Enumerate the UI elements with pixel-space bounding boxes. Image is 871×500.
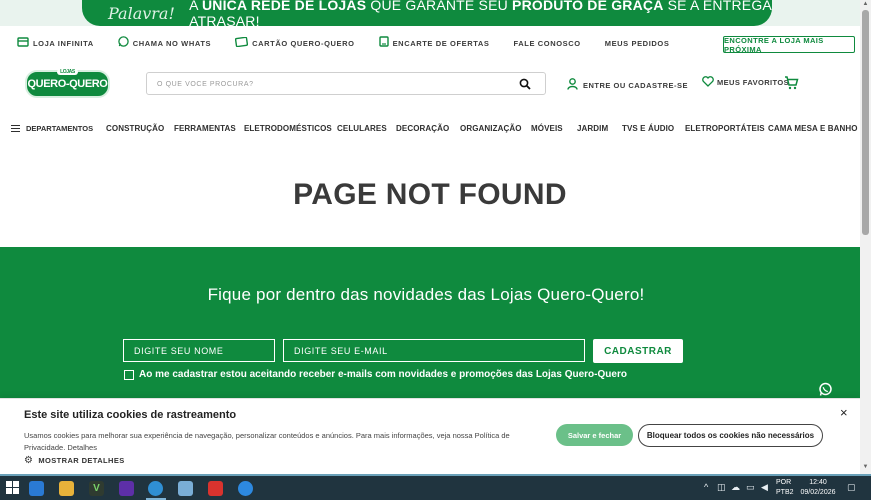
departments-label: DEPARTAMENTOS xyxy=(26,124,94,133)
category-celulares[interactable]: CELULARES xyxy=(337,124,387,133)
cookie-details-link[interactable]: Detalhes xyxy=(67,443,97,452)
heart-icon xyxy=(702,76,717,89)
nav-label: CARTÃO QUERO-QUERO xyxy=(252,38,355,48)
user-icon xyxy=(567,78,583,92)
cookie-block-button[interactable]: Bloquear todos os cookies não necessário… xyxy=(638,424,823,447)
scroll-down-arrow-icon[interactable]: ▼ xyxy=(862,464,869,471)
file-explorer-icon[interactable] xyxy=(59,481,74,496)
newsletter-consent[interactable]: Ao me cadastrar estou aceitando receber … xyxy=(124,369,627,380)
nav-label: MEUS PEDIDOS xyxy=(604,38,670,48)
favorites-label: MEUS FAVORITOS xyxy=(717,78,789,87)
search-box xyxy=(146,72,546,95)
category-eletrodomesticos[interactable]: ELETRODOMÉSTICOS xyxy=(244,124,332,133)
category-jardim[interactable]: JARDIM xyxy=(577,124,608,133)
find-store-button[interactable]: ENCONTRE A LOJA MAIS PRÓXIMA xyxy=(723,36,855,54)
login-link[interactable]: ENTRE OU CADASTRE-SE xyxy=(567,78,688,92)
browser-page: Palavra! A ÚNICA REDE DE LOJAS QUE GARAN… xyxy=(0,0,871,500)
nav-loja-infinita[interactable]: LOJA INFINITA xyxy=(17,36,94,50)
outlook-icon[interactable] xyxy=(29,481,44,496)
category-cama-mesa-banho[interactable]: CAMA MESA E BANHO xyxy=(768,124,858,133)
close-icon[interactable]: × xyxy=(840,405,848,420)
card-icon xyxy=(235,36,249,50)
nav-cartao[interactable]: CARTÃO QUERO-QUERO xyxy=(235,36,355,50)
nav-label: FALE CONOSCO xyxy=(513,38,581,48)
nav-label: ENCARTE DE OFERTAS xyxy=(392,38,490,48)
app-v-icon[interactable]: V xyxy=(89,481,104,496)
cart-icon[interactable] xyxy=(784,76,799,95)
store-icon xyxy=(17,36,29,50)
show-details-toggle[interactable]: ⚙ MOSTRAR DETALHES xyxy=(24,455,125,466)
gear-icon: ⚙ xyxy=(24,455,34,466)
promo-script-word: Palavra! xyxy=(108,3,175,23)
scrollbar-thumb[interactable] xyxy=(862,10,869,235)
newsletter-name-input[interactable]: DIGITE SEU NOME xyxy=(123,339,275,362)
site-header: LOJAS QUERO-QUERO ENTRE OU CADASTRE-SE M… xyxy=(0,60,860,110)
flyer-icon xyxy=(378,36,389,50)
windows-taskbar: V ^ ◫ ☁ ▭ ◀ POR PTB2 12:40 09/02/2026 ▢ xyxy=(0,474,871,500)
newsletter-section: Fique por dentro das novidades das Lojas… xyxy=(0,247,860,407)
tray-app-icon[interactable]: ◫ xyxy=(717,482,726,493)
anydesk-icon[interactable] xyxy=(208,481,223,496)
cookie-text: Usamos cookies para melhorar sua experiê… xyxy=(24,431,510,452)
newsletter-title: Fique por dentro das novidades das Lojas… xyxy=(207,285,645,304)
favorites-link[interactable]: MEUS FAVORITOS xyxy=(702,76,789,89)
cookie-title: Este site utiliza cookies de rastreament… xyxy=(24,409,237,421)
search-input[interactable] xyxy=(147,74,507,95)
zoom-icon[interactable] xyxy=(238,481,253,496)
promo-banner-inner[interactable]: Palavra! A ÚNICA REDE DE LOJAS QUE GARAN… xyxy=(82,0,772,29)
login-label: ENTRE OU CADASTRE-SE xyxy=(583,80,689,90)
nav-meus-pedidos[interactable]: MEUS PEDIDOS xyxy=(605,39,670,48)
show-details-label: MOSTRAR DETALHES xyxy=(38,456,125,465)
utility-nav: LOJA INFINITA CHAMA NO WHATS CARTÃO QUER… xyxy=(0,26,860,60)
hamburger-icon xyxy=(11,125,20,132)
nav-label: LOJA INFINITA xyxy=(33,38,94,48)
category-eletroportateis[interactable]: ELETROPORTÁTEIS xyxy=(685,124,765,133)
tray-cloud-icon[interactable]: ☁ xyxy=(731,482,740,493)
clock[interactable]: 12:40 09/02/2026 xyxy=(798,478,838,498)
promo-banner[interactable]: Palavra! A ÚNICA REDE DE LOJAS QUE GARAN… xyxy=(0,0,860,29)
visual-studio-icon[interactable] xyxy=(119,481,134,496)
category-construcao[interactable]: CONSTRUÇÃO xyxy=(106,124,164,133)
whatsapp-icon xyxy=(117,36,129,50)
logo-small-text: LOJAS xyxy=(57,69,78,75)
category-menu: DEPARTAMENTOS CONSTRUÇÃO FERRAMENTAS ELE… xyxy=(0,118,860,140)
newsletter-email-input[interactable]: DIGITE SEU E-MAIL xyxy=(283,339,585,362)
network-icon[interactable]: ▭ xyxy=(746,482,755,493)
consent-label: Ao me cadastrar estou aceitando receber … xyxy=(139,369,627,380)
nav-fale-conosco[interactable]: FALE CONOSCO xyxy=(514,39,581,48)
quero-quero-logo[interactable]: LOJAS QUERO-QUERO xyxy=(25,69,110,98)
search-icon[interactable] xyxy=(519,77,533,91)
volume-icon[interactable]: ◀ xyxy=(761,482,768,493)
notepad-icon[interactable] xyxy=(178,481,193,496)
category-decoracao[interactable]: DECORAÇÃO xyxy=(396,124,449,133)
category-tvs-audio[interactable]: TVS E ÁUDIO xyxy=(622,124,674,133)
category-moveis[interactable]: MÓVEIS xyxy=(531,124,563,133)
consent-checkbox[interactable] xyxy=(124,369,134,380)
windows-start-icon[interactable] xyxy=(6,481,21,496)
category-ferramentas[interactable]: FERRAMENTAS xyxy=(174,124,236,133)
language-indicator[interactable]: POR PTB2 xyxy=(776,478,794,498)
category-organizacao[interactable]: ORGANIZAÇÃO xyxy=(460,124,522,133)
logo-text: QUERO-QUERO xyxy=(27,78,108,90)
scroll-up-arrow-icon[interactable]: ▲ xyxy=(862,1,869,8)
page-title: PAGE NOT FOUND xyxy=(293,178,567,211)
nav-chama-no-whats[interactable]: CHAMA NO WHATS xyxy=(117,36,212,50)
cookie-banner: Este site utiliza cookies de rastreament… xyxy=(0,398,860,474)
nav-encarte[interactable]: ENCARTE DE OFERTAS xyxy=(378,36,490,50)
cookie-save-button[interactable]: Salvar e fechar xyxy=(556,424,633,446)
notification-icon[interactable]: ▢ xyxy=(847,482,856,493)
tray-chevron-icon[interactable]: ^ xyxy=(704,482,708,492)
departments-menu[interactable]: DEPARTAMENTOS xyxy=(11,124,93,133)
newsletter-submit-button[interactable]: CADASTRAR xyxy=(593,339,683,363)
edge-browser-icon[interactable] xyxy=(148,481,163,496)
promo-text: A ÚNICA REDE DE LOJAS QUE GARANTE SEU PR… xyxy=(189,0,772,29)
nav-label: CHAMA NO WHATS xyxy=(132,38,212,48)
